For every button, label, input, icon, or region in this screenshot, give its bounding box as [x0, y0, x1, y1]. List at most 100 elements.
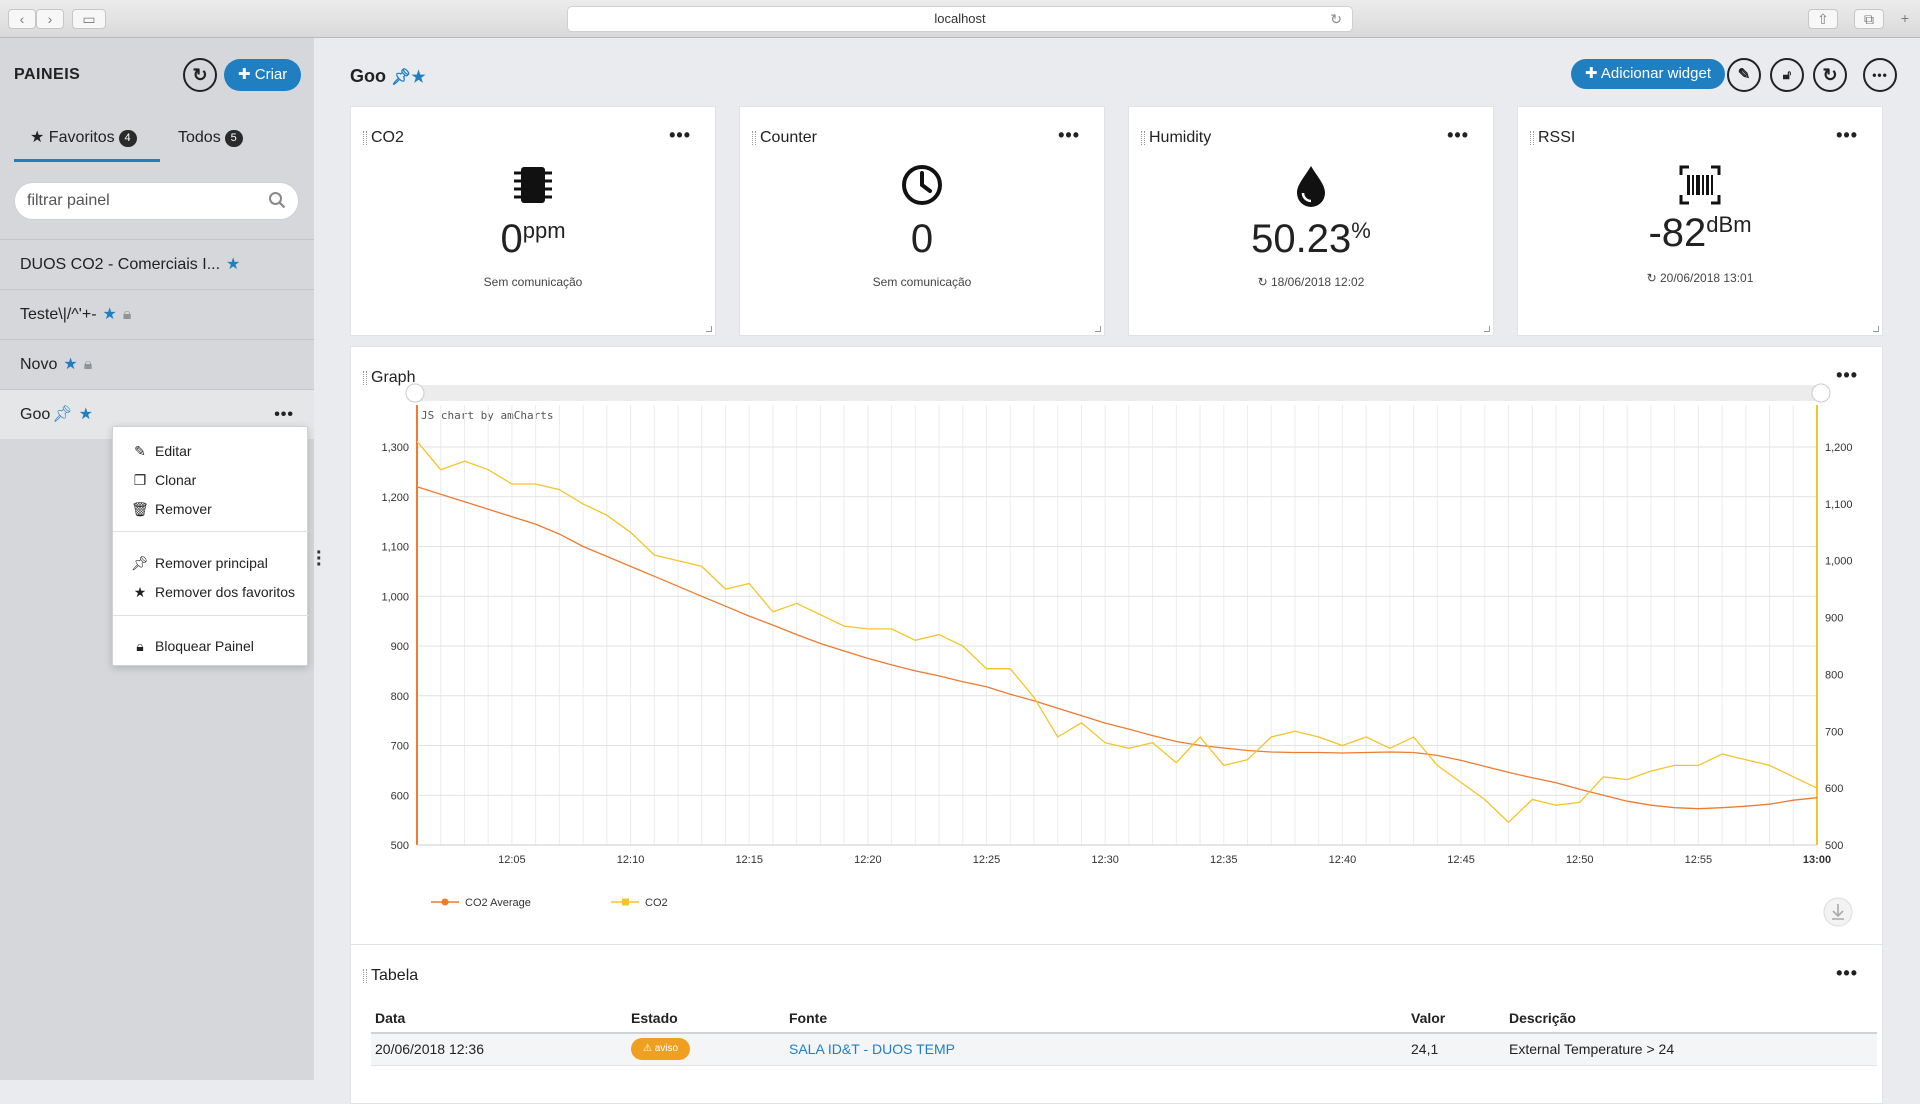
cell-data: 20/06/2018 12:36: [371, 1033, 627, 1066]
column-header-estado[interactable]: Estado: [627, 1003, 785, 1034]
series-line-co2-average: [416, 486, 1818, 810]
widget-menu-button[interactable]: •••: [1058, 125, 1080, 146]
y-tick-label-right: 700: [1825, 726, 1843, 738]
x-tick-label: 12:40: [1329, 854, 1357, 866]
clock-icon: [740, 163, 1104, 207]
x-tick-label: 12:35: [1210, 854, 1238, 866]
resize-handle[interactable]: [1873, 326, 1879, 332]
menu-item-unfavorite[interactable]: ★ Remover dos favoritos: [129, 580, 295, 604]
widget-menu-button[interactable]: •••: [669, 125, 691, 146]
widget-humidity: Humidity ••• 50.23% ↻ 18/06/2018 12:02: [1128, 106, 1494, 336]
y-tick-label-left: 1,000: [381, 591, 409, 603]
pin-icon: 📌︎: [391, 69, 412, 86]
menu-divider: [113, 531, 309, 532]
y-tick-label-left: 1,100: [381, 542, 409, 554]
x-tick-label: 12:15: [735, 854, 763, 866]
share-icon[interactable]: ⇧: [1808, 9, 1838, 29]
x-tick-label: 12:05: [498, 854, 526, 866]
sidebar-item-label: Goo: [20, 406, 51, 423]
sidebar-title: PAINEIS: [14, 66, 81, 83]
lock-icon: 🔒︎: [83, 356, 93, 373]
plus-icon: ✚: [1585, 65, 1601, 82]
x-tick-label: 12:10: [617, 854, 645, 866]
x-tick-label: 12:50: [1566, 854, 1594, 866]
scrollbar-grip-right[interactable]: [1811, 383, 1831, 403]
sidebar-toggle-icon[interactable]: ▭: [72, 9, 106, 29]
cell-estado: ⚠ aviso: [627, 1033, 785, 1066]
menu-item-lock[interactable]: 🔒︎ Bloquear Painel: [129, 634, 254, 658]
add-widget-button[interactable]: ✚ Adicionar widget: [1571, 59, 1725, 89]
star-icon: ★: [226, 256, 241, 273]
widget-title: Tabela: [362, 967, 419, 984]
filter-panel-field[interactable]: [14, 182, 299, 220]
y-tick-label-right: 1,200: [1825, 442, 1853, 454]
resize-handle[interactable]: [1095, 326, 1101, 332]
create-button[interactable]: ✚ Criar: [224, 59, 302, 91]
line-chart: JS chart by amCharts5006007008009001,000…: [381, 383, 1853, 927]
widget-rssi: RSSI ••• -82dBm ↻ 20/06/2018 13:01: [1517, 106, 1883, 336]
column-header-valor[interactable]: Valor: [1407, 1003, 1505, 1034]
filter-panel-input[interactable]: [27, 183, 267, 219]
star-icon: ★: [133, 584, 147, 600]
cell-fonte: SALA ID&T - DUOS TEMP: [785, 1033, 1407, 1066]
chip-icon: [351, 163, 715, 207]
table-header-row: Data Estado Fonte Valor Descrição: [371, 1003, 1877, 1034]
tab-todos[interactable]: Todos 5: [178, 126, 243, 162]
browser-toolbar: ‹ › ▭ localhost ↻ ⇧ ⧉ +: [0, 0, 1920, 38]
sidebar-item-teste[interactable]: Teste\|/^'+- ★ 🔒︎: [0, 289, 314, 339]
sidebar-item-duos-co2[interactable]: DUOS CO2 - Comerciais I... ★: [0, 239, 314, 289]
unlock-icon[interactable]: 🔓︎: [1770, 58, 1804, 92]
more-options-icon[interactable]: •••: [1863, 58, 1897, 92]
column-header-fonte[interactable]: Fonte: [785, 1003, 1407, 1034]
sidebar-item-label: Novo: [20, 356, 58, 373]
reload-icon[interactable]: ↻: [1330, 7, 1342, 31]
column-header-descricao[interactable]: Descrição: [1505, 1003, 1877, 1034]
menu-item-remove[interactable]: 🗑︎ Remover: [129, 497, 212, 521]
widget-menu-button[interactable]: •••: [1447, 125, 1469, 146]
y-tick-label-left: 600: [391, 790, 409, 802]
tabs-icon[interactable]: ⧉: [1854, 9, 1884, 29]
star-icon: ★: [411, 69, 426, 86]
count-badge: 4: [118, 130, 137, 147]
menu-divider: [113, 615, 309, 616]
y-tick-label-right: 600: [1825, 783, 1843, 795]
back-button[interactable]: ‹: [8, 9, 36, 29]
forward-button[interactable]: ›: [36, 9, 64, 29]
source-link[interactable]: SALA ID&T - DUOS TEMP: [789, 1041, 955, 1057]
sidebar-item-novo[interactable]: Novo ★ 🔒︎: [0, 339, 314, 389]
widget-title: Counter: [752, 129, 817, 146]
refresh-icon[interactable]: ↻: [183, 58, 217, 92]
scrollbar-grip-left[interactable]: [405, 383, 425, 403]
menu-item-edit[interactable]: ✎ Editar: [129, 439, 191, 463]
resize-handle[interactable]: [706, 326, 712, 332]
x-tick-label: 12:45: [1447, 854, 1475, 866]
star-icon: ★: [78, 406, 93, 423]
y-tick-label-left: 1,200: [381, 492, 409, 504]
refresh-icon: ↻: [1257, 275, 1271, 289]
x-tick-label: 12:20: [854, 854, 882, 866]
legend-label: CO2 Average: [465, 897, 531, 909]
table-row[interactable]: 20/06/2018 12:36 ⚠ aviso SALA ID&T - DUO…: [371, 1033, 1877, 1066]
new-tab-icon[interactable]: +: [1894, 9, 1916, 29]
refresh-icon[interactable]: ↻: [1813, 58, 1847, 92]
y-tick-label-left: 500: [391, 840, 409, 852]
edit-icon[interactable]: ✎: [1727, 58, 1761, 92]
legend-marker-co2: [622, 898, 629, 906]
widget-title: CO2: [363, 129, 404, 146]
column-header-data[interactable]: Data: [371, 1003, 627, 1034]
menu-item-unpin[interactable]: 📌︎ Remover principal: [129, 551, 268, 575]
copy-icon: ❐: [133, 472, 147, 488]
page-title: Goo 📌︎★: [350, 66, 426, 86]
y-tick-label-right: 500: [1825, 840, 1843, 852]
star-icon: ★: [63, 356, 78, 373]
address-bar[interactable]: localhost ↻: [567, 6, 1353, 32]
widget-menu-button[interactable]: •••: [1836, 125, 1858, 146]
widget-menu-button[interactable]: •••: [1836, 963, 1858, 984]
alerts-table: Data Estado Fonte Valor Descrição 20/06/…: [371, 1003, 1877, 1066]
resize-handle[interactable]: [1484, 326, 1490, 332]
y-tick-label-left: 900: [391, 641, 409, 653]
menu-item-clone[interactable]: ❐ Clonar: [129, 468, 197, 492]
chart-scrollbar[interactable]: [415, 385, 1821, 401]
widget-value: -82dBm: [1648, 211, 1752, 255]
tab-favoritos[interactable]: ★ Favoritos 4: [14, 126, 160, 162]
